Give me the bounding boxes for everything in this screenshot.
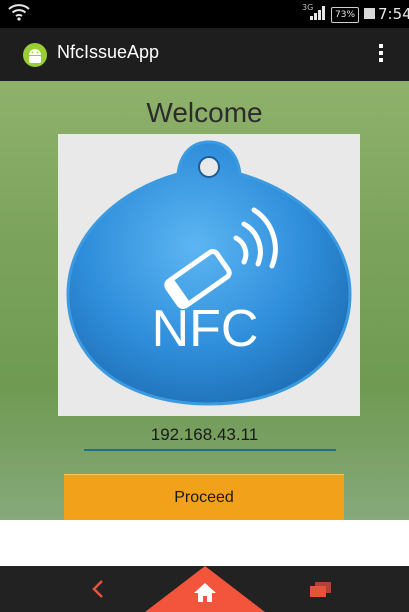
back-icon[interactable]: [91, 578, 105, 600]
charging-icon: [364, 8, 375, 19]
status-clock: 7:54: [378, 5, 409, 23]
home-icon[interactable]: [145, 566, 265, 612]
nfc-logo-text: NFC: [152, 300, 259, 358]
ip-field-underline: [84, 449, 336, 451]
main-content: Welcome NFC 192.168.43.11 Proceed: [0, 81, 409, 520]
battery-indicator: 73%: [331, 7, 360, 23]
proceed-button[interactable]: Proceed: [64, 474, 344, 520]
welcome-heading: Welcome: [146, 97, 263, 128]
navigation-bar: [0, 566, 409, 612]
app-title: NfcIssueApp: [57, 42, 160, 62]
signal-strength-icon: [310, 6, 325, 20]
action-bar: NfcIssueApp: [0, 28, 409, 81]
overflow-menu-icon[interactable]: [378, 44, 384, 66]
status-bar: 3G 73% 7:54: [0, 0, 409, 28]
recent-apps-icon[interactable]: [310, 582, 332, 598]
nfc-tag-image: NFC: [58, 134, 360, 416]
ip-address-field[interactable]: 192.168.43.11: [0, 425, 409, 445]
wifi-icon: [8, 4, 30, 21]
android-app-icon: [23, 43, 47, 67]
